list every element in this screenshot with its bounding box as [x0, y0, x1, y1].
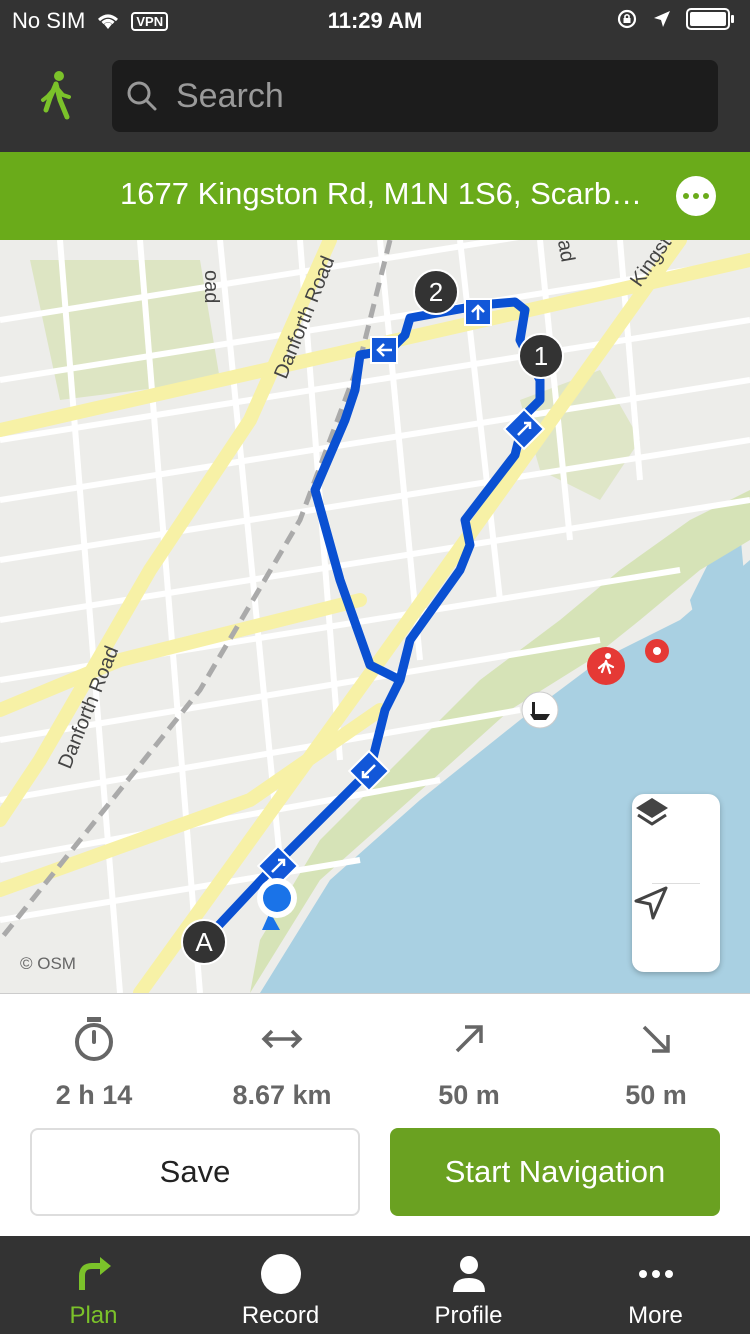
ascent-stat: 50 m [375, 1014, 563, 1111]
tab-label: Profile [434, 1302, 503, 1329]
poi-hiking-icon[interactable] [587, 647, 625, 685]
ascent-value: 50 m [438, 1080, 500, 1110]
locate-button[interactable] [632, 884, 720, 972]
descent-arrow-icon [642, 1025, 670, 1053]
duration-value: 2 h 14 [55, 1080, 133, 1110]
tab-label: More [628, 1302, 683, 1329]
start-navigation-button[interactable]: Start Navigation [390, 1128, 720, 1216]
navigation-arrow-icon [634, 886, 668, 920]
waypoint-label: 2 [429, 277, 443, 307]
direction-marker [370, 336, 398, 364]
status-bar: No SIM VPN 11:29 AM [0, 0, 750, 40]
poi-ferry-icon[interactable] [521, 691, 559, 729]
tab-more[interactable]: More [562, 1236, 749, 1334]
person-icon [452, 1256, 485, 1292]
route-map[interactable]: Danforth Road Danforth Road oad oad King… [0, 240, 750, 993]
top-bar [0, 40, 750, 152]
tab-label: Record [241, 1302, 320, 1329]
direction-marker [464, 298, 492, 326]
tab-profile[interactable]: Profile [375, 1236, 562, 1334]
waypoint-marker[interactable]: A [181, 919, 227, 965]
location-arrow-icon [654, 11, 670, 27]
tab-bar: Plan Record Profile More [0, 1236, 750, 1334]
descent-stat: 50 m [562, 1014, 750, 1111]
search-box[interactable] [112, 60, 718, 132]
walking-person-icon[interactable] [34, 70, 78, 122]
address-text: 1677 Kingston Rd, M1N 1S6, Scarb… [120, 176, 643, 211]
search-input[interactable] [176, 70, 696, 122]
tab-label: Plan [69, 1302, 118, 1329]
turn-arrow-icon [78, 1257, 111, 1290]
waypoint-marker[interactable]: 2 [413, 269, 459, 315]
layers-icon [636, 798, 668, 826]
more-horizontal-icon[interactable] [676, 176, 716, 216]
distance-stat: 8.67 km [188, 1014, 376, 1111]
waypoint-label: 1 [534, 341, 548, 371]
address-bar[interactable]: 1677 Kingston Rd, M1N 1S6, Scarb… [0, 152, 750, 240]
record-circle-icon [260, 1254, 301, 1294]
distance-value: 8.67 km [232, 1080, 332, 1110]
duration-stat: 2 h 14 [0, 1014, 188, 1111]
rotation-lock-icon [617, 9, 637, 29]
street-label: oad [200, 270, 222, 303]
ascent-arrow-icon [455, 1025, 483, 1053]
poi-pin-icon[interactable] [645, 639, 669, 663]
waypoint-label: A [195, 927, 213, 957]
waypoint-marker[interactable]: 1 [518, 333, 564, 379]
search-icon [127, 81, 157, 111]
save-button[interactable]: Save [30, 1128, 360, 1216]
descent-value: 50 m [625, 1080, 687, 1110]
distance-arrows-icon [261, 1029, 303, 1049]
tab-plan[interactable]: Plan [0, 1236, 187, 1334]
stopwatch-icon [75, 1017, 113, 1061]
tab-record[interactable]: Record [187, 1236, 374, 1334]
more-dots-icon [638, 1270, 673, 1278]
street-label: oad [551, 240, 578, 264]
route-stats: 2 h 14 8.67 km 50 m 50 m [0, 993, 750, 1123]
battery-icon [686, 8, 734, 30]
map-credit: © OSM [20, 954, 76, 973]
layers-button[interactable] [632, 794, 720, 882]
map-controls [632, 794, 720, 972]
park-area-1 [30, 260, 220, 400]
